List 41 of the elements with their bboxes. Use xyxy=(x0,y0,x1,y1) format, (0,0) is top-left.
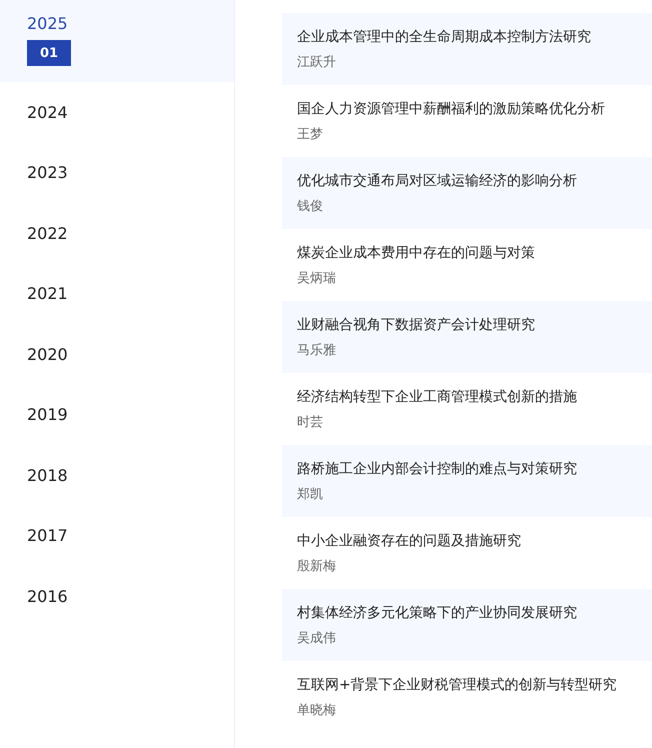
month-tab[interactable]: 01 xyxy=(27,40,71,66)
article-author: 殷新梅 xyxy=(297,558,337,574)
article-author: 郑凯 xyxy=(297,486,324,502)
article-author: 马乐雅 xyxy=(297,342,337,358)
article-title[interactable]: 互联网+背景下企业财税管理模式的创新与转型研究 xyxy=(297,676,646,694)
article-card[interactable]: 业财融合视角下数据资产会计处理研究 马乐雅 xyxy=(282,301,652,373)
article-title[interactable]: 煤炭企业成本费用中存在的问题与对策 xyxy=(297,244,646,262)
article-card[interactable]: 国企人力资源管理中薪酬福利的激励策略优化分析 王梦 xyxy=(282,85,652,157)
year-link[interactable]: 2025 xyxy=(27,14,234,33)
article-card[interactable]: 村集体经济多元化策略下的产业协同发展研究 吴成伟 xyxy=(282,589,652,661)
year-link[interactable]: 2023 xyxy=(27,163,234,182)
article-title[interactable]: 优化城市交通布局对区域运输经济的影响分析 xyxy=(297,172,646,190)
article-card[interactable]: 经济结构转型下企业工商管理模式创新的措施 时芸 xyxy=(282,373,652,445)
article-author: 王梦 xyxy=(297,126,324,142)
year-link[interactable]: 2022 xyxy=(27,224,234,243)
article-author: 吴炳瑞 xyxy=(297,270,337,286)
article-title[interactable]: 业财融合视角下数据资产会计处理研究 xyxy=(297,316,646,334)
year-link[interactable]: 2020 xyxy=(27,344,234,364)
article-card[interactable]: 企业成本管理中的全生命周期成本控制方法研究 江跃升 xyxy=(282,13,652,85)
article-card[interactable]: 优化城市交通布局对区域运输经济的影响分析 钱俊 xyxy=(282,157,652,229)
article-title[interactable]: 中小企业融资存在的问题及措施研究 xyxy=(297,532,646,550)
article-title[interactable]: 国企人力资源管理中薪酬福利的激励策略优化分析 xyxy=(297,100,646,118)
article-title[interactable]: 路桥施工企业内部会计控制的难点与对策研究 xyxy=(297,460,646,478)
article-card[interactable]: 路桥施工企业内部会计控制的难点与对策研究 郑凯 xyxy=(282,445,652,517)
year-link[interactable]: 2019 xyxy=(27,405,234,424)
year-link[interactable]: 2017 xyxy=(27,526,234,546)
article-card[interactable]: 煤炭企业成本费用中存在的问题与对策 吴炳瑞 xyxy=(282,229,652,301)
article-card[interactable]: 中小企业融资存在的问题及措施研究 殷新梅 xyxy=(282,517,652,589)
article-author: 钱俊 xyxy=(297,198,324,214)
year-link[interactable]: 2016 xyxy=(27,586,234,606)
article-author: 单晓梅 xyxy=(297,702,337,718)
article-card[interactable]: 互联网+背景下企业财税管理模式的创新与转型研究 单晓梅 xyxy=(282,661,652,733)
year-link[interactable]: 2018 xyxy=(27,466,234,485)
article-author: 时芸 xyxy=(297,414,324,430)
year-link[interactable]: 2024 xyxy=(27,102,234,122)
article-title[interactable]: 企业成本管理中的全生命周期成本控制方法研究 xyxy=(297,28,646,46)
article-title[interactable]: 村集体经济多元化策略下的产业协同发展研究 xyxy=(297,604,646,622)
article-author: 吴成伟 xyxy=(297,630,337,646)
article-title[interactable]: 经济结构转型下企业工商管理模式创新的措施 xyxy=(297,388,646,406)
article-author: 江跃升 xyxy=(297,54,337,70)
year-link[interactable]: 2021 xyxy=(27,284,234,304)
